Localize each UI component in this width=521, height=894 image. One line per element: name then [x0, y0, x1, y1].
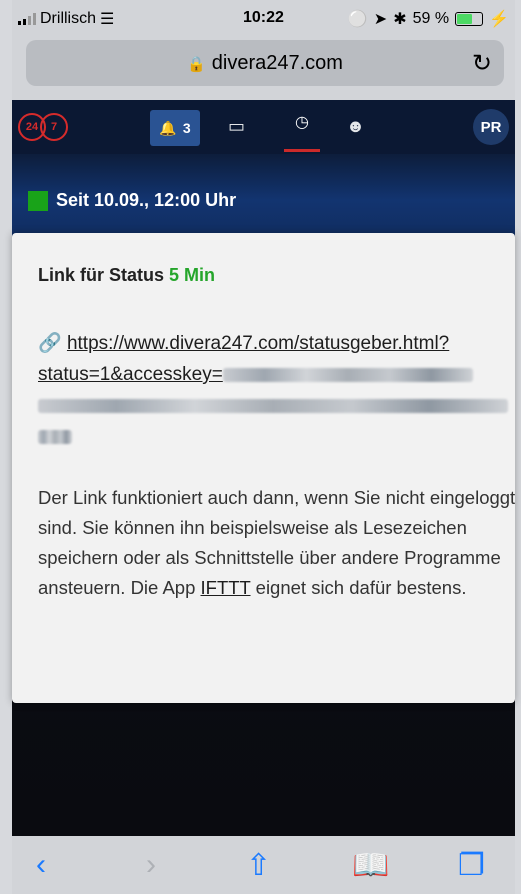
avatar[interactable]: PR — [473, 109, 509, 145]
lock-icon: 🔒 — [187, 56, 206, 73]
status-right: ⚪ ➤ ✱ 59 % ⚡ — [348, 9, 509, 29]
url-field[interactable]: 🔒 divera247.com ↻ — [26, 40, 504, 86]
clock: 10:22 — [243, 9, 284, 26]
ifttt-link[interactable]: IFTTT — [201, 577, 251, 598]
link-url-line2[interactable]: status=1&accesskey= — [38, 364, 223, 385]
charging-icon: ⚡ — [489, 11, 509, 28]
modal-title-prefix: Link für Status — [38, 265, 165, 285]
nav-status[interactable]: ◷ — [284, 112, 320, 152]
ios-status-bar: Drillisch ☰ 10:22 ⚪ ➤ ✱ 59 % ⚡ — [12, 0, 515, 38]
lock-rotation-icon: ⚪ — [347, 11, 368, 28]
url-text: divera247.com — [211, 52, 343, 74]
redacted-accesskey — [38, 398, 508, 413]
bluetooth-icon: ✱ — [393, 11, 407, 28]
monitor-icon[interactable]: ▭ — [228, 116, 245, 137]
bookmarks-icon[interactable]: 📖 — [352, 848, 389, 883]
alarm-count: 3 — [182, 120, 191, 136]
modal-title: Link für Status 5 Min — [38, 265, 215, 286]
status-since-text: Seit 10.09., 12:00 Uhr — [56, 190, 237, 210]
description-end: eignet sich dafür bestens. — [255, 577, 467, 598]
redacted-accesskey — [38, 429, 72, 444]
battery-icon — [455, 12, 484, 26]
browser-address-bar: 🔒 divera247.com ↻ — [12, 38, 515, 100]
reload-icon[interactable]: ↻ — [472, 49, 492, 78]
share-icon[interactable]: ⇧ — [246, 848, 271, 883]
carrier-name: Drillisch — [40, 10, 96, 27]
active-tab-indicator — [284, 149, 320, 152]
location-icon: ➤ — [373, 11, 388, 28]
tabs-icon[interactable]: ❐ — [458, 848, 485, 883]
back-icon[interactable]: ‹ — [36, 848, 46, 882]
group-icon[interactable]: ☻ — [346, 116, 365, 137]
forward-icon[interactable]: › — [146, 848, 156, 882]
redacted-accesskey — [222, 367, 473, 382]
battery-percent: 59 % — [412, 10, 450, 27]
status-link-modal: Link für Status 5 Min 🔗 https://www.dive… — [12, 233, 515, 703]
clock-icon: ◷ — [295, 114, 309, 131]
bell-icon: 🔔 — [159, 119, 177, 136]
link-icon: 🔗 — [38, 333, 62, 354]
link-url-line1[interactable]: https://www.divera247.com/statusgeber.ht… — [67, 333, 449, 354]
divera-logo[interactable]: 24 7 — [18, 113, 68, 141]
signal-icon — [18, 13, 36, 25]
phone-screen: Drillisch ☰ 10:22 ⚪ ➤ ✱ 59 % ⚡ 🔒 divera24… — [0, 0, 521, 894]
status-color-square — [28, 190, 48, 211]
wifi-icon: ☰ — [100, 11, 115, 28]
app-header: 24 7 🔔 3 ▭ ◷ ☻ PR — [12, 100, 515, 154]
nav-alarms[interactable]: 🔔 3 — [150, 110, 200, 146]
safari-toolbar: ‹ › ⇧ 📖 ❐ — [12, 836, 515, 894]
carrier-info: Drillisch ☰ — [18, 9, 114, 29]
status-link[interactable]: 🔗 https://www.divera247.com/statusgeber.… — [38, 328, 518, 452]
logo-right: 7 — [40, 113, 68, 141]
modal-title-accent: 5 Min — [169, 265, 216, 285]
status-since: Seit 10.09., 12:00 Uhr — [28, 190, 236, 211]
modal-description: Der Link funktioniert auch dann, wenn Si… — [38, 483, 518, 603]
